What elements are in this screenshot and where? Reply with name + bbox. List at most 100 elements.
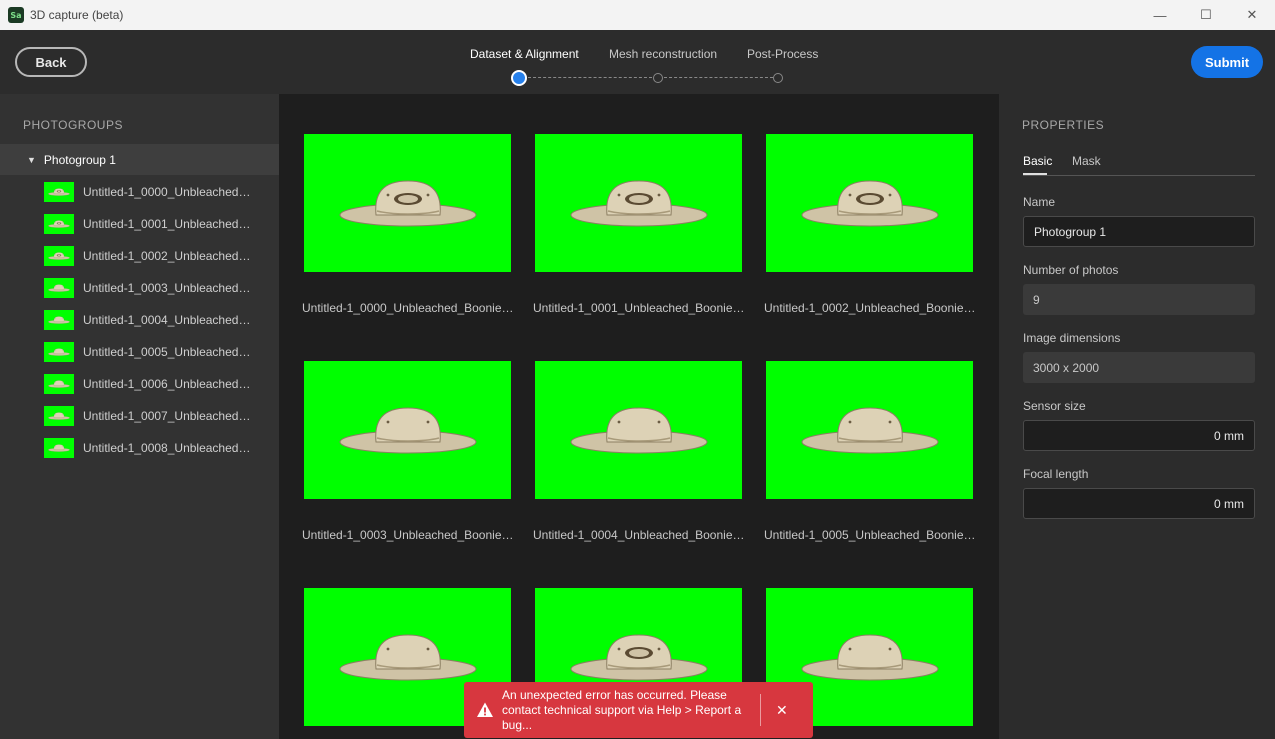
submit-button[interactable]: Submit bbox=[1191, 46, 1263, 78]
name-field[interactable]: Photogroup 1 bbox=[1023, 216, 1255, 247]
photo-caption: Untitled-1_0002_Unbleached_Boonie_Travel… bbox=[764, 301, 978, 315]
photo-name: Untitled-1_0001_Unbleached_Boonie_Travel… bbox=[83, 217, 253, 231]
photo-name: Untitled-1_0002_Unbleached_Boonie_Travel… bbox=[83, 249, 253, 263]
photo-name: Untitled-1_0003_Unbleached_Boonie_Travel… bbox=[83, 281, 253, 295]
hat-photo-icon bbox=[48, 252, 70, 260]
photo-image[interactable] bbox=[304, 361, 511, 499]
step-indicator-icon bbox=[773, 73, 783, 83]
toast-divider bbox=[760, 694, 761, 726]
photo-list: Untitled-1_0000_Unbleached_Boonie_Travel… bbox=[0, 176, 279, 464]
photo-caption: Untitled-1_0000_Unbleached_Boonie_Travel… bbox=[302, 301, 516, 315]
properties-panel: PROPERTIES Basic Mask Name Photogroup 1 … bbox=[999, 94, 1275, 739]
photo-image[interactable] bbox=[535, 134, 742, 272]
hat-photo-icon bbox=[801, 180, 938, 227]
photo-image[interactable] bbox=[535, 361, 742, 499]
photo-thumbnail bbox=[44, 278, 74, 298]
sensor-size-field[interactable]: 0 mm bbox=[1023, 420, 1255, 451]
photo-image[interactable] bbox=[304, 134, 511, 272]
photo-tile[interactable]: Untitled-1_0001_Unbleached_Boonie_Travel… bbox=[533, 134, 747, 315]
hat-photo-icon bbox=[48, 284, 70, 292]
photo-caption: Untitled-1_0001_Unbleached_Boonie_Travel… bbox=[533, 301, 747, 315]
hat-photo-icon bbox=[801, 407, 938, 454]
close-window-icon[interactable]: ✕ bbox=[1229, 0, 1275, 30]
step-connector bbox=[528, 77, 652, 78]
focal-length-label: Focal length bbox=[1023, 467, 1089, 481]
photo-thumbnail bbox=[44, 182, 74, 202]
step-indicator-icon bbox=[653, 73, 663, 83]
photo-caption: Untitled-1_0004_Unbleached_Boonie_Travel… bbox=[533, 528, 747, 542]
photo-name: Untitled-1_0000_Unbleached_Boonie_Travel… bbox=[83, 185, 253, 199]
properties-heading: PROPERTIES bbox=[1022, 118, 1105, 132]
step-dataset-alignment[interactable]: Dataset & Alignment bbox=[470, 47, 579, 61]
focal-length-field[interactable]: 0 mm bbox=[1023, 488, 1255, 519]
photogroup-row[interactable]: ▼ Photogroup 1 bbox=[0, 144, 279, 175]
photo-image[interactable] bbox=[766, 361, 973, 499]
hat-photo-icon bbox=[48, 188, 70, 196]
photo-thumbnail bbox=[44, 246, 74, 266]
sensor-size-label: Sensor size bbox=[1023, 399, 1086, 413]
hat-photo-icon bbox=[48, 412, 70, 420]
photogroups-panel: PHOTOGROUPS ▼ Photogroup 1 Untitled-1_00… bbox=[0, 94, 279, 739]
tab-mask[interactable]: Mask bbox=[1072, 154, 1101, 168]
photo-caption: Untitled-1_0005_Unbleached_Boonie_Travel… bbox=[764, 528, 978, 542]
tab-basic[interactable]: Basic bbox=[1023, 154, 1052, 168]
wizard-header: Back Dataset & Alignment Mesh reconstruc… bbox=[0, 30, 1275, 94]
name-label: Name bbox=[1023, 195, 1056, 209]
error-message: An unexpected error has occurred. Please… bbox=[502, 687, 742, 732]
step-post-process[interactable]: Post-Process bbox=[747, 47, 818, 61]
back-button[interactable]: Back bbox=[15, 47, 87, 77]
hat-photo-icon bbox=[339, 407, 476, 454]
properties-tabs: Basic Mask bbox=[1023, 154, 1255, 176]
photo-list-item[interactable]: Untitled-1_0004_Unbleached_Boonie_Travel… bbox=[0, 304, 279, 336]
warning-icon bbox=[477, 702, 493, 717]
hat-photo-icon bbox=[570, 180, 707, 227]
photo-tile[interactable]: Untitled-1_0002_Unbleached_Boonie_Travel… bbox=[764, 134, 978, 315]
hat-photo-icon bbox=[801, 634, 938, 681]
error-toast: An unexpected error has occurred. Please… bbox=[464, 682, 813, 738]
photo-list-item[interactable]: Untitled-1_0002_Unbleached_Boonie_Travel… bbox=[0, 240, 279, 272]
active-tab-indicator bbox=[1023, 173, 1047, 175]
hat-photo-icon bbox=[48, 380, 70, 388]
step-mesh-reconstruction[interactable]: Mesh reconstruction bbox=[609, 47, 717, 61]
photo-grid: Untitled-1_0000_Unbleached_Boonie_Travel… bbox=[279, 94, 999, 739]
hat-photo-icon bbox=[48, 444, 70, 452]
window-titlebar: Sa 3D capture (beta) — ☐ ✕ bbox=[0, 0, 1275, 30]
photo-list-item[interactable]: Untitled-1_0007_Unbleached_Boonie_Travel… bbox=[0, 400, 279, 432]
photo-name: Untitled-1_0005_Unbleached_Boonie_Travel… bbox=[83, 345, 253, 359]
close-toast-icon[interactable]: ✕ bbox=[776, 702, 788, 719]
photo-tile[interactable]: Untitled-1_0003_Unbleached_Boonie_Travel… bbox=[302, 361, 516, 542]
hat-photo-icon bbox=[570, 407, 707, 454]
photo-thumbnail bbox=[44, 214, 74, 234]
photo-list-item[interactable]: Untitled-1_0003_Unbleached_Boonie_Travel… bbox=[0, 272, 279, 304]
photo-tile[interactable]: Untitled-1_0005_Unbleached_Boonie_Travel… bbox=[764, 361, 978, 542]
image-dimensions-label: Image dimensions bbox=[1023, 331, 1121, 345]
photo-name: Untitled-1_0004_Unbleached_Boonie_Travel… bbox=[83, 313, 253, 327]
photo-list-item[interactable]: Untitled-1_0005_Unbleached_Boonie_Travel… bbox=[0, 336, 279, 368]
photo-thumbnail bbox=[44, 342, 74, 362]
minimize-icon[interactable]: — bbox=[1137, 0, 1183, 30]
photo-list-item[interactable]: Untitled-1_0001_Unbleached_Boonie_Travel… bbox=[0, 208, 279, 240]
hat-photo-icon bbox=[570, 634, 707, 681]
photo-tile[interactable]: Untitled-1_0000_Unbleached_Boonie_Travel… bbox=[302, 134, 516, 315]
photo-thumbnail bbox=[44, 374, 74, 394]
photo-thumbnail bbox=[44, 310, 74, 330]
photo-caption: Untitled-1_0003_Unbleached_Boonie_Travel… bbox=[302, 528, 516, 542]
photo-list-item[interactable]: Untitled-1_0006_Unbleached_Boonie_Travel… bbox=[0, 368, 279, 400]
photo-list-item[interactable]: Untitled-1_0008_Unbleached_Boonie_Travel… bbox=[0, 432, 279, 464]
app-logo-icon: Sa bbox=[8, 7, 24, 23]
num-photos-value: 9 bbox=[1023, 284, 1255, 315]
photo-tile[interactable]: Untitled-1_0004_Unbleached_Boonie_Travel… bbox=[533, 361, 747, 542]
chevron-down-icon[interactable]: ▼ bbox=[27, 155, 36, 165]
photo-image[interactable] bbox=[766, 134, 973, 272]
hat-photo-icon bbox=[339, 634, 476, 681]
hat-photo-icon bbox=[339, 180, 476, 227]
photo-thumbnail bbox=[44, 406, 74, 426]
image-dimensions-value: 3000 x 2000 bbox=[1023, 352, 1255, 383]
num-photos-label: Number of photos bbox=[1023, 263, 1119, 277]
photogroup-label: Photogroup 1 bbox=[43, 152, 116, 167]
photo-name: Untitled-1_0006_Unbleached_Boonie_Travel… bbox=[83, 377, 253, 391]
photo-list-item[interactable]: Untitled-1_0000_Unbleached_Boonie_Travel… bbox=[0, 176, 279, 208]
step-connector bbox=[664, 77, 773, 78]
hat-photo-icon bbox=[48, 348, 70, 356]
maximize-icon[interactable]: ☐ bbox=[1183, 0, 1229, 30]
